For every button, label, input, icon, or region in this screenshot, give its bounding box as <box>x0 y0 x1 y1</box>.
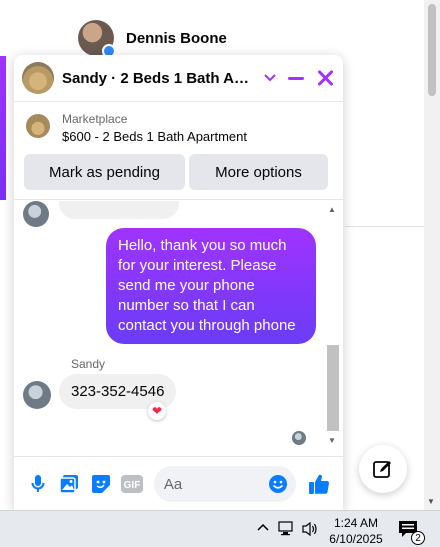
listing-avatar <box>22 62 54 94</box>
chevron-down-icon[interactable] <box>264 71 276 85</box>
mark-as-pending-button[interactable]: Mark as pending <box>24 154 185 190</box>
sender-name: Sandy <box>71 357 106 371</box>
sender-avatar <box>23 201 49 227</box>
seen-indicator-avatar <box>292 431 306 445</box>
message-input-wrapper <box>153 466 296 502</box>
chat-scrollbar-thumb[interactable] <box>327 345 339 431</box>
background-contact[interactable]: Dennis Boone <box>78 20 227 58</box>
clock-date: 6/10/2025 <box>329 532 383 546</box>
previous-message-bubble[interactable] <box>59 201 179 219</box>
chat-scrollbar[interactable]: ▲ ▼ <box>326 201 340 447</box>
outgoing-message[interactable]: Hello, thank you so much for your intere… <box>106 228 316 344</box>
network-icon[interactable] <box>278 521 296 542</box>
more-options-button[interactable]: More options <box>189 154 328 190</box>
clock-time: 1:24 AM <box>333 516 379 530</box>
listing-category: Marketplace <box>62 112 128 126</box>
contact-name[interactable]: Dennis Boone <box>126 30 227 47</box>
action-center-button[interactable]: 2 <box>398 520 425 545</box>
svg-text:GIF: GIF <box>124 480 141 491</box>
divider <box>345 226 424 227</box>
chat-title[interactable]: Sandy · 2 Beds 1 Bath Apartment <box>62 70 258 87</box>
photo-icon[interactable] <box>53 468 84 500</box>
gif-icon[interactable]: GIF <box>116 468 147 500</box>
new-message-button[interactable] <box>359 445 407 493</box>
compose-icon <box>373 461 391 478</box>
listing-thumbnail[interactable] <box>26 114 50 138</box>
message-input[interactable] <box>163 475 264 493</box>
composer-bar: GIF <box>14 456 343 511</box>
system-clock[interactable]: 1:24 AM 6/10/2025 <box>326 515 386 547</box>
close-icon[interactable] <box>316 69 334 87</box>
sender-avatar[interactable] <box>23 381 51 409</box>
sticker-icon[interactable] <box>85 468 116 500</box>
chat-header[interactable]: Sandy · 2 Beds 1 Bath Apartment <box>14 55 343 102</box>
listing-panel: Marketplace $600 - 2 Beds 1 Bath Apartme… <box>14 102 343 200</box>
window-scrollbar-thumb[interactable] <box>428 4 436 96</box>
listing-name[interactable]: $600 - 2 Beds 1 Bath Apartment <box>62 129 247 144</box>
microphone-icon[interactable] <box>22 468 53 500</box>
notification-count-badge: 2 <box>411 531 425 545</box>
like-thumbs-up-icon[interactable] <box>304 468 335 500</box>
scroll-down-arrow-icon[interactable]: ▼ <box>427 497 435 506</box>
heart-reaction-icon[interactable]: ❤ <box>148 402 166 420</box>
message-list: Hello, thank you so much for your intere… <box>14 201 326 447</box>
volume-icon[interactable] <box>302 521 320 542</box>
minimize-icon[interactable] <box>288 76 304 80</box>
windows-taskbar: 1:24 AM 6/10/2025 2 <box>0 510 440 547</box>
emoji-icon[interactable] <box>268 474 288 499</box>
contact-avatar <box>78 20 116 58</box>
scroll-down-arrow-icon[interactable]: ▼ <box>328 436 336 445</box>
scroll-up-arrow-icon[interactable]: ▲ <box>328 205 336 214</box>
chat-window: Sandy · 2 Beds 1 Bath Apartment Marketpl… <box>14 55 343 511</box>
background-accent-bar <box>0 56 6 200</box>
window-scrollbar[interactable]: ▼ <box>424 0 440 510</box>
show-hidden-icons-chevron-icon[interactable] <box>256 521 270 540</box>
